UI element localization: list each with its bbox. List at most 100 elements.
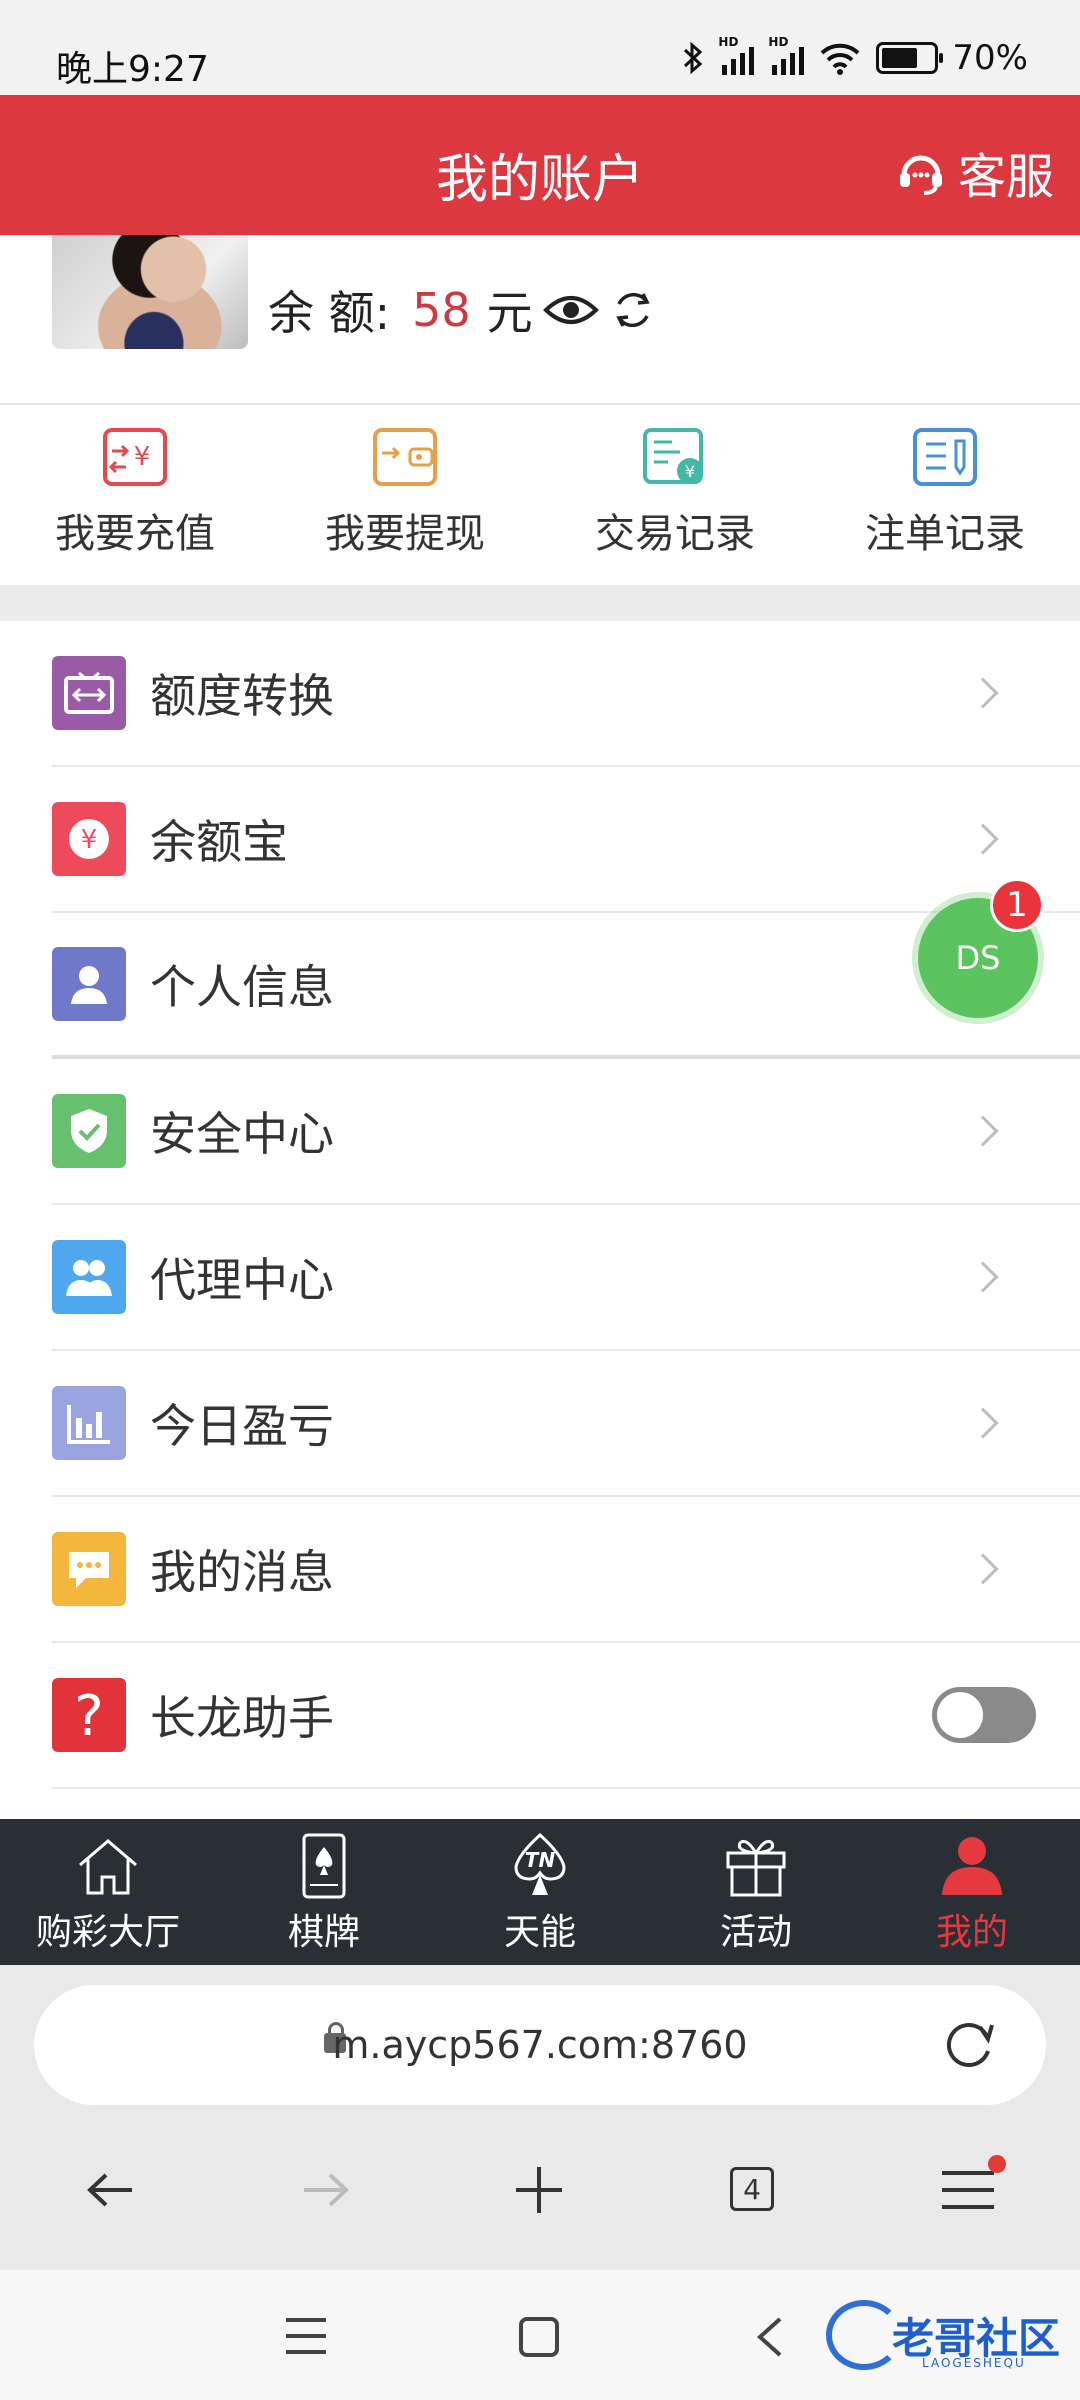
chevron-right-icon [967, 1407, 999, 1439]
menu-notification-dot [988, 2155, 1006, 2173]
svg-text:¥: ¥ [134, 442, 151, 472]
watermark-subtext: LAOGESHEQU [922, 2356, 1026, 2370]
browser-nav-row: 4 [0, 2145, 1080, 2235]
floating-ds-button[interactable]: DS 1 [918, 878, 1044, 1018]
app-header: 我的账户 客服 [0, 95, 1080, 235]
tabs-count-button[interactable]: 4 [730, 2167, 774, 2211]
reload-icon[interactable] [942, 2017, 998, 2073]
transaction-record-label: 交易记录 [595, 511, 755, 557]
svg-text:?: ? [74, 1685, 104, 1745]
menu-item-my-messages[interactable]: 我的消息 [52, 1497, 1080, 1643]
battery-icon [876, 42, 944, 74]
transaction-record-icon: ¥ [642, 427, 708, 487]
battery-percent: 70% [952, 38, 1028, 78]
svg-text:¥: ¥ [685, 462, 695, 481]
profile-icon [942, 1837, 1002, 1895]
tabs-count: 4 [730, 2167, 774, 2211]
withdraw-label: 我要提现 [325, 511, 485, 557]
headset-icon [899, 155, 942, 195]
bet-record-button[interactable]: 注单记录 [810, 405, 1080, 585]
recharge-label: 我要充值 [55, 511, 215, 557]
tab-mine[interactable]: 我的 [864, 1819, 1080, 1965]
menu-item-security-center[interactable]: 安全中心 [52, 1059, 1080, 1205]
menu-item-label: 额度转换 [150, 669, 334, 723]
menu-item-label: 余额宝 [150, 815, 288, 869]
menu-item-agent-center[interactable]: 代理中心 [52, 1205, 1080, 1351]
recents-menu-icon[interactable] [284, 2316, 328, 2356]
eye-icon[interactable] [542, 290, 599, 330]
chevron-right-icon [967, 1115, 999, 1147]
tab-label: 天能 [503, 1912, 576, 1953]
cards-icon [302, 1833, 346, 1899]
chevron-right-icon [967, 1553, 999, 1585]
wifi-icon [821, 43, 860, 75]
bet-record-label: 注单记录 [865, 511, 1025, 557]
tn-icon: TN [514, 1833, 566, 1895]
svg-text:¥: ¥ [81, 825, 98, 855]
watermark-logo: 老哥社区 LAOGESHEQU [826, 2300, 1066, 2370]
menu-item-label: 安全中心 [150, 1107, 334, 1161]
system-navigation-bar: 老哥社区 LAOGESHEQU [0, 2270, 1080, 2400]
withdraw-button[interactable]: 我要提现 [270, 405, 540, 585]
long-dragon-toggle[interactable] [932, 1687, 1036, 1743]
menu-item-label: 个人信息 [150, 960, 334, 1014]
recharge-button[interactable]: ¥ 我要充值 [0, 405, 270, 585]
gift-icon [726, 1839, 786, 1897]
signal-icon: HD [768, 35, 805, 75]
floating-ds-label: DS [955, 939, 1001, 977]
transaction-record-button[interactable]: ¥ 交易记录 [540, 405, 810, 585]
address-bar[interactable]: m.aycp567.com:8760 [34, 1985, 1046, 2105]
menu-item-quota-transfer[interactable]: 额度转换 [52, 621, 1080, 767]
question-icon: ? [52, 1678, 126, 1752]
recharge-icon: ¥ [102, 427, 168, 487]
toggle-knob [937, 1692, 983, 1738]
browser-menu-button[interactable] [940, 2155, 1006, 2217]
forward-arrow-icon[interactable] [298, 2165, 352, 2215]
tab-label: 我的 [935, 1912, 1008, 1953]
new-tab-plus-icon[interactable] [512, 2165, 566, 2215]
back-chevron-icon[interactable] [754, 2316, 784, 2358]
home-square-icon[interactable] [518, 2316, 560, 2358]
back-arrow-icon[interactable] [84, 2165, 138, 2215]
tab-tianneng[interactable]: TN 天能 [432, 1819, 648, 1965]
bluetooth-icon [684, 41, 703, 75]
status-time: 晚上9:27 [56, 49, 209, 90]
chevron-right-icon [967, 1261, 999, 1293]
menu-item-label: 代理中心 [150, 1253, 334, 1307]
section-divider [0, 585, 1080, 621]
signal-icon: HD [718, 35, 755, 75]
customer-service-button[interactable]: 客服 [896, 137, 1054, 207]
home-icon [79, 1839, 137, 1895]
url-text: m.aycp567.com:8760 [332, 2023, 748, 2067]
notification-badge: 1 [990, 878, 1044, 932]
menu-item-label: 长龙助手 [150, 1691, 334, 1745]
tab-chess-cards[interactable]: 棋牌 [216, 1819, 432, 1965]
shield-icon [52, 1094, 126, 1168]
customer-service-label: 客服 [957, 149, 1054, 205]
status-icons: HD HD 70% [682, 35, 1028, 78]
chevron-right-icon [967, 823, 999, 855]
menu-item-yuebao[interactable]: ¥ 余额宝 [52, 767, 1080, 913]
tab-activities[interactable]: 活动 [648, 1819, 864, 1965]
tab-lottery-hall[interactable]: 购彩大厅 [0, 1819, 216, 1965]
menu-item-long-dragon-assistant: ? 长龙助手 [52, 1643, 1080, 1789]
account-menu: 额度转换 ¥ 余额宝 个人信息 安全中心 代理中心 今日盈亏 我的消息 ? 长龙… [0, 621, 1080, 1819]
profile-section: 余 额: 58 元 [0, 235, 1080, 403]
wallet-icon [372, 427, 438, 487]
tab-label: 棋牌 [287, 1912, 360, 1953]
yuan-icon: ¥ [52, 802, 126, 876]
balance-amount: 58 [412, 283, 471, 337]
balance-display: 余 额: 58 元 [268, 277, 657, 343]
avatar[interactable] [52, 235, 248, 349]
user-icon [52, 947, 126, 1021]
tab-label: 活动 [719, 1912, 792, 1953]
menu-item-daily-profit[interactable]: 今日盈亏 [52, 1351, 1080, 1497]
message-icon [52, 1532, 126, 1606]
refresh-icon[interactable] [609, 286, 657, 334]
status-bar: 晚上9:27 HD HD 70% [0, 0, 1080, 95]
transfer-icon [52, 656, 126, 730]
watermark-ring [826, 2300, 902, 2370]
tab-label: 购彩大厅 [35, 1912, 180, 1953]
bar-chart-icon [52, 1386, 126, 1460]
balance-label: 余 额: [268, 286, 391, 340]
